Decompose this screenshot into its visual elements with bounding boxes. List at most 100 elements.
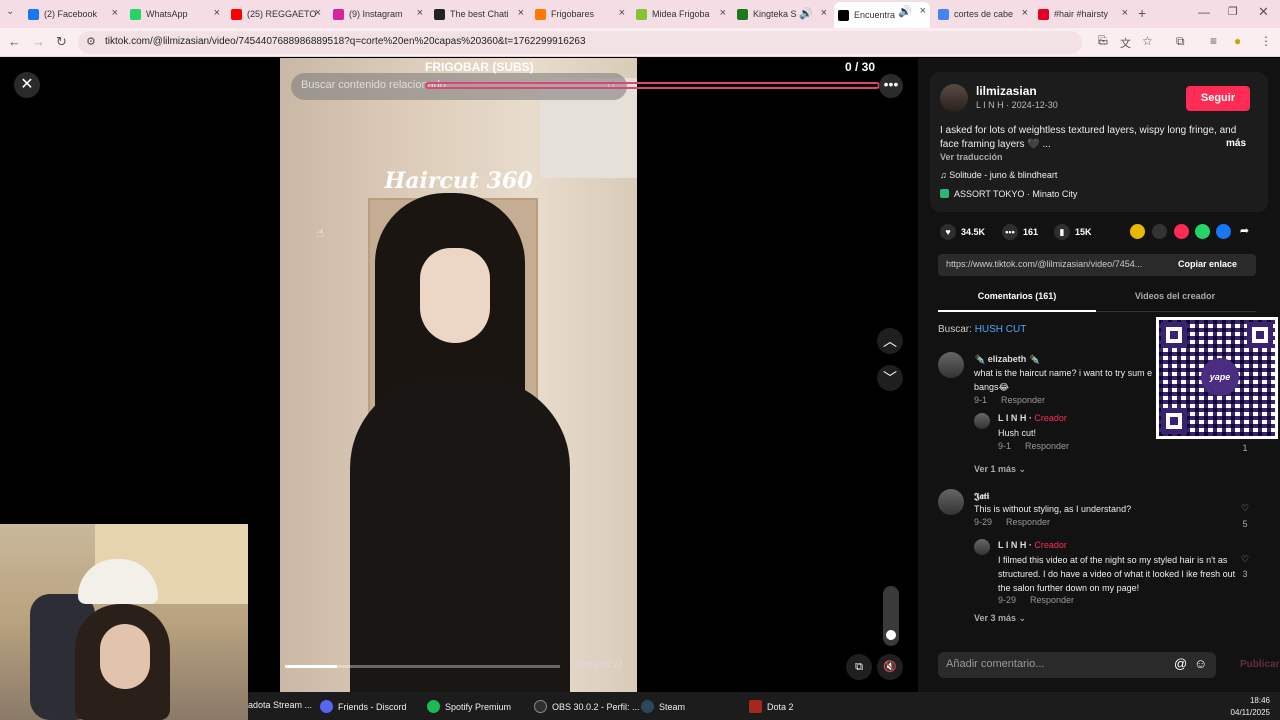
tab-whatsapp[interactable]: WhatsApp ×: [130, 4, 224, 24]
menu-icon[interactable]: ⋮: [1260, 34, 1272, 48]
new-tab-icon[interactable]: +: [1138, 5, 1146, 21]
comment-author[interactable]: 𝕵𝖆𝖙𝖎: [974, 491, 989, 502]
copy-link-button[interactable]: Copiar enlace: [1178, 259, 1237, 269]
tab-frigobares[interactable]: Frigobares ×: [535, 4, 629, 24]
previous-video-icon[interactable]: ︿: [877, 328, 903, 354]
taskbar-app[interactable]: adota Stream ...: [248, 700, 312, 710]
url-field[interactable]: ⚙ tiktok.com/@lilmizasian/video/74544076…: [78, 31, 1107, 54]
forward-icon[interactable]: →: [32, 34, 45, 49]
kick-icon: [737, 8, 748, 20]
view-more-replies[interactable]: Ver 3 más ⌄: [974, 613, 1026, 624]
tab-chatgpt[interactable]: The best Chati ×: [434, 4, 528, 24]
username[interactable]: lilmizasian: [976, 84, 1037, 98]
close-tab-icon[interactable]: ×: [619, 7, 625, 19]
heart-icon[interactable]: ♡: [1237, 503, 1253, 514]
speaker-icon[interactable]: 🔊: [799, 7, 813, 20]
minimize-icon[interactable]: —: [1198, 5, 1210, 19]
speaker-icon[interactable]: 🔊: [898, 5, 912, 18]
taskbar-obs[interactable]: OBS 30.0.2 - Perfil: ...: [534, 700, 640, 713]
comment-author[interactable]: ✒️ elizabeth ✒️: [974, 354, 1040, 365]
close-tab-icon[interactable]: ×: [821, 7, 827, 19]
share-arrow-icon[interactable]: ➦: [1237, 224, 1252, 239]
emoji-icon[interactable]: ☺: [1194, 656, 1207, 671]
close-icon[interactable]: ✕: [14, 72, 40, 98]
close-tab-icon[interactable]: ×: [1022, 7, 1028, 19]
taskbar-dota[interactable]: Dota 2: [749, 700, 794, 713]
tab-instagram[interactable]: (9) Instagram ×: [333, 4, 427, 24]
search-suggestion[interactable]: Buscar: HUSH CUT: [938, 324, 1026, 335]
close-tab-icon[interactable]: ×: [214, 7, 220, 19]
taskbar-steam[interactable]: Steam: [641, 700, 685, 713]
more-link[interactable]: más: [1226, 138, 1246, 149]
add-comment-input[interactable]: Añadir comentario... @ ☺: [938, 652, 1216, 678]
comment-author[interactable]: L I N H · Creador: [998, 540, 1067, 550]
close-tab-icon[interactable]: ×: [1122, 7, 1128, 19]
heart-icon[interactable]: ♡: [1237, 554, 1253, 565]
maximize-icon[interactable]: ❐: [1228, 5, 1238, 18]
volume-slider[interactable]: [883, 586, 899, 646]
tab-midea[interactable]: Midea Frigoba ×: [636, 4, 730, 24]
video-player[interactable]: Haircut 360: [280, 58, 637, 692]
embed-icon[interactable]: [1152, 224, 1167, 239]
reload-icon[interactable]: ↻: [56, 34, 67, 50]
tab-tiktok-active[interactable]: Encuentra 🔊 ×: [834, 2, 930, 28]
whatsapp-share-icon[interactable]: [1195, 224, 1210, 239]
next-video-icon[interactable]: ﹀: [877, 365, 903, 391]
mention-icon[interactable]: @: [1174, 656, 1187, 671]
reply-button[interactable]: Responder: [1001, 395, 1045, 405]
tab-google[interactable]: cortes de cabe ×: [938, 4, 1032, 24]
coin-icon[interactable]: [1130, 224, 1145, 239]
translate-link[interactable]: Ver traducción: [940, 152, 1003, 162]
taskbar-discord[interactable]: Friends - Discord: [320, 700, 407, 713]
follow-button[interactable]: Seguir: [1186, 86, 1250, 111]
close-tab-icon[interactable]: ×: [518, 7, 524, 19]
close-tab-icon[interactable]: ×: [920, 5, 926, 17]
taskbar-spotify[interactable]: Spotify Premium: [427, 700, 511, 713]
translate-icon[interactable]: 文: [1120, 35, 1131, 51]
volume-knob[interactable]: [886, 630, 896, 640]
back-icon[interactable]: ←: [8, 34, 21, 49]
profile-icon[interactable]: ●: [1234, 34, 1241, 48]
cast-icon[interactable]: ▭: [1098, 35, 1108, 48]
like-button[interactable]: ♥ 34.5K: [940, 224, 985, 240]
mute-icon[interactable]: 🔇: [877, 654, 903, 680]
close-tab-icon[interactable]: ×: [720, 7, 726, 19]
avatar[interactable]: [974, 539, 990, 555]
more-options-icon[interactable]: •••: [879, 74, 903, 98]
extensions-icon[interactable]: ⧉: [1176, 34, 1185, 49]
tab-kingteka[interactable]: Kingteka S 🔊 ×: [737, 4, 831, 24]
site-info-icon[interactable]: ⚙: [86, 35, 96, 48]
avatar[interactable]: [938, 352, 964, 378]
bookmark-star-icon[interactable]: ☆: [1142, 34, 1153, 48]
comment-button[interactable]: ••• 161: [1002, 224, 1038, 240]
tab-facebook[interactable]: (2) Facebook ×: [28, 4, 122, 24]
comment-author[interactable]: L I N H · Creador: [998, 413, 1067, 423]
avatar[interactable]: [940, 84, 968, 112]
facebook-share-icon[interactable]: [1216, 224, 1231, 239]
send-icon[interactable]: [1174, 224, 1189, 239]
close-tab-icon[interactable]: ×: [112, 7, 118, 19]
avatar[interactable]: [974, 413, 990, 429]
avatar[interactable]: [938, 489, 964, 515]
media-control-icon[interactable]: ≡: [1210, 34, 1217, 48]
reply-button[interactable]: Responder: [1025, 441, 1069, 451]
tab-creator-videos[interactable]: Videos del creador: [1096, 286, 1254, 312]
reply-button[interactable]: Responder: [1030, 595, 1074, 605]
reply-button[interactable]: Responder: [1006, 517, 1050, 527]
obs-icon: [534, 700, 547, 713]
view-more-replies[interactable]: Ver 1 más ⌄: [974, 464, 1026, 475]
music-link[interactable]: ♫ Solitude - juno & blindheart: [940, 170, 1057, 180]
publish-button[interactable]: Publicar: [1240, 659, 1279, 670]
tab-comments[interactable]: Comentarios (161): [938, 286, 1096, 312]
location-link[interactable]: ASSORT TOKYO · Minato City: [940, 189, 1077, 199]
tab-pinterest[interactable]: #hair #hairsty ×: [1038, 4, 1132, 24]
tab-search-icon[interactable]: ⌄: [6, 6, 14, 17]
tab-youtube[interactable]: (25) REGGAETO ×: [231, 4, 325, 24]
system-clock[interactable]: 18:46 04/11/2025: [1231, 695, 1270, 719]
close-tab-icon[interactable]: ×: [315, 7, 321, 19]
save-button[interactable]: ▮ 15K: [1054, 224, 1092, 240]
video-progress-bar[interactable]: [285, 665, 560, 668]
close-tab-icon[interactable]: ×: [417, 7, 423, 19]
picture-in-picture-icon[interactable]: ⧉: [846, 654, 872, 680]
close-window-icon[interactable]: ✕: [1258, 4, 1269, 20]
